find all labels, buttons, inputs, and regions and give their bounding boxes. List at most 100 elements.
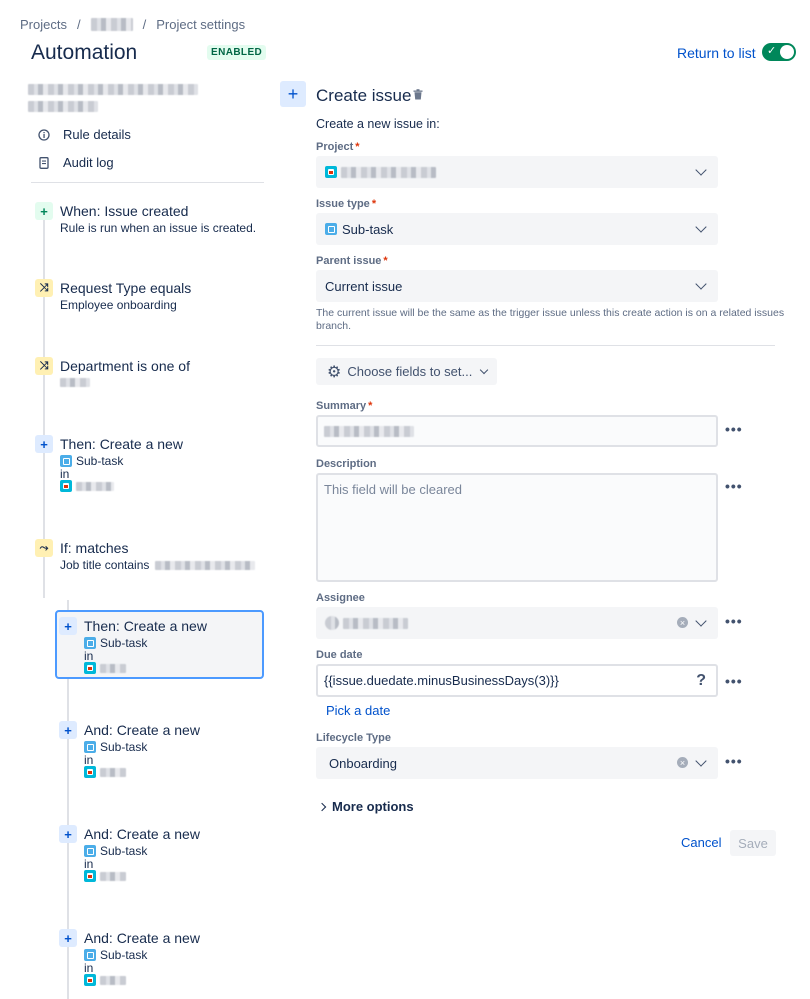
summary-label: Summary * xyxy=(316,400,373,412)
page-title: Automation xyxy=(31,41,138,64)
step-title: And: Create a new xyxy=(84,930,200,946)
subtask-icon xyxy=(84,949,96,961)
assignee-more-button[interactable]: ••• xyxy=(725,613,743,629)
sidebar-divider xyxy=(31,182,264,183)
step-title: Request Type equals xyxy=(60,280,192,296)
summary-value-redacted xyxy=(324,425,414,437)
help-icon[interactable]: ? xyxy=(696,672,706,690)
project-icon xyxy=(325,166,337,178)
trash-icon[interactable] xyxy=(413,89,424,100)
subtask-icon xyxy=(60,455,72,467)
chevron-down-icon xyxy=(695,278,707,290)
shuffle-icon: ⤨ xyxy=(35,279,53,297)
sidebar-item-label: Audit log xyxy=(63,155,114,170)
step-title: And: Create a new xyxy=(84,826,200,842)
step-in: in xyxy=(60,467,70,481)
step-project xyxy=(60,480,114,492)
subtask-icon xyxy=(84,637,96,649)
rule-name-redacted xyxy=(28,84,198,112)
project-icon xyxy=(84,766,96,778)
lifecycle-value: Onboarding xyxy=(329,755,397,771)
step-issue-type: Sub-task xyxy=(84,844,147,858)
step-title: Department is one of xyxy=(60,358,190,374)
description-textarea[interactable]: This field will be cleared xyxy=(316,473,718,582)
check-icon: ✓ xyxy=(767,45,777,57)
step-project xyxy=(84,870,126,882)
step-in: in xyxy=(84,857,94,871)
step-in: in xyxy=(84,753,94,767)
due-date-input[interactable]: {{issue.duedate.minusBusinessDays(3)}} ? xyxy=(316,664,718,697)
breadcrumb-separator: / xyxy=(142,17,147,32)
toggle-knob xyxy=(780,45,794,59)
breadcrumb-project-redacted[interactable] xyxy=(90,18,133,31)
add-component-button[interactable]: + xyxy=(280,81,306,107)
sidebar-item-rule-details[interactable]: Rule details xyxy=(38,127,131,142)
chevron-down-icon xyxy=(695,221,707,233)
chevron-down-icon xyxy=(695,615,707,627)
plus-icon: + xyxy=(35,202,53,220)
cancel-button[interactable]: Cancel xyxy=(681,835,721,850)
due-date-more-button[interactable]: ••• xyxy=(725,673,743,689)
step-title: When: Issue created xyxy=(60,203,189,219)
plus-icon: + xyxy=(59,617,77,635)
more-options-toggle[interactable]: More options xyxy=(317,799,414,814)
description-placeholder: This field will be cleared xyxy=(324,482,463,497)
description-more-button[interactable]: ••• xyxy=(725,478,743,494)
step-issue-type: Sub-task xyxy=(84,948,147,962)
save-button[interactable]: Save xyxy=(730,830,776,856)
plus-icon: + xyxy=(59,929,77,947)
sidebar-item-audit-log[interactable]: Audit log xyxy=(38,155,114,170)
project-icon xyxy=(84,974,96,986)
avatar xyxy=(325,616,339,630)
due-date-value: {{issue.duedate.minusBusinessDays(3)}} xyxy=(324,673,559,688)
project-label: Project * xyxy=(316,141,360,153)
gear-icon: ⚙ xyxy=(327,363,342,381)
form-divider xyxy=(316,345,775,346)
step-desc: Job title contains xyxy=(60,558,256,572)
pick-a-date-link[interactable]: Pick a date xyxy=(326,703,390,718)
issue-type-select[interactable]: Sub-task xyxy=(316,213,718,245)
summary-more-button[interactable]: ••• xyxy=(725,421,743,437)
more-options-label: More options xyxy=(332,799,414,814)
shuffle-icon: ⤨ xyxy=(35,357,53,375)
parent-issue-select[interactable]: Current issue xyxy=(316,270,718,302)
assignee-select[interactable]: × xyxy=(316,607,718,639)
step-project xyxy=(84,766,126,778)
info-icon xyxy=(38,128,50,141)
lifecycle-select[interactable]: Onboarding × xyxy=(316,747,718,779)
form-intro: Create a new issue in: xyxy=(316,117,440,131)
lifecycle-label: Lifecycle Type xyxy=(316,732,391,744)
step-in: in xyxy=(84,649,94,663)
clear-icon[interactable]: × xyxy=(677,617,688,628)
step-desc: Employee onboarding xyxy=(60,298,177,312)
step-desc-redacted xyxy=(60,378,90,387)
rule-enabled-toggle[interactable]: ✓ xyxy=(762,43,796,61)
lifecycle-more-button[interactable]: ••• xyxy=(725,753,743,769)
choose-fields-button[interactable]: ⚙ Choose fields to set... xyxy=(316,358,497,385)
step-issue-type: Sub-task xyxy=(84,636,147,650)
parent-issue-help: The current issue will be the same as th… xyxy=(316,307,785,332)
breadcrumb-project-settings[interactable]: Project settings xyxy=(156,17,245,32)
step-title: Then: Create a new xyxy=(60,436,183,452)
breadcrumb-separator: / xyxy=(76,17,81,32)
breadcrumb-projects[interactable]: Projects xyxy=(20,17,67,32)
chevron-down-icon xyxy=(695,164,707,176)
project-select[interactable] xyxy=(316,156,718,188)
due-date-label: Due date xyxy=(316,649,363,661)
issue-type-value: Sub-task xyxy=(342,221,394,237)
breadcrumb: Projects / / Project settings xyxy=(20,17,245,32)
assignee-value-redacted xyxy=(343,617,408,629)
step-issue-type: Sub-task xyxy=(60,454,123,468)
parent-issue-label: Parent issue * xyxy=(316,255,388,267)
project-icon xyxy=(84,870,96,882)
choose-fields-label: Choose fields to set... xyxy=(347,364,473,379)
project-value-redacted xyxy=(341,166,436,178)
step-in: in xyxy=(84,961,94,975)
panel-title: Create issue xyxy=(316,86,412,105)
subtask-icon xyxy=(325,223,337,235)
return-to-list-link[interactable]: Return to list xyxy=(677,45,756,61)
chevron-right-icon xyxy=(317,802,327,811)
plus-icon: + xyxy=(59,721,77,739)
summary-input[interactable] xyxy=(316,415,718,447)
clear-icon[interactable]: × xyxy=(677,757,688,768)
